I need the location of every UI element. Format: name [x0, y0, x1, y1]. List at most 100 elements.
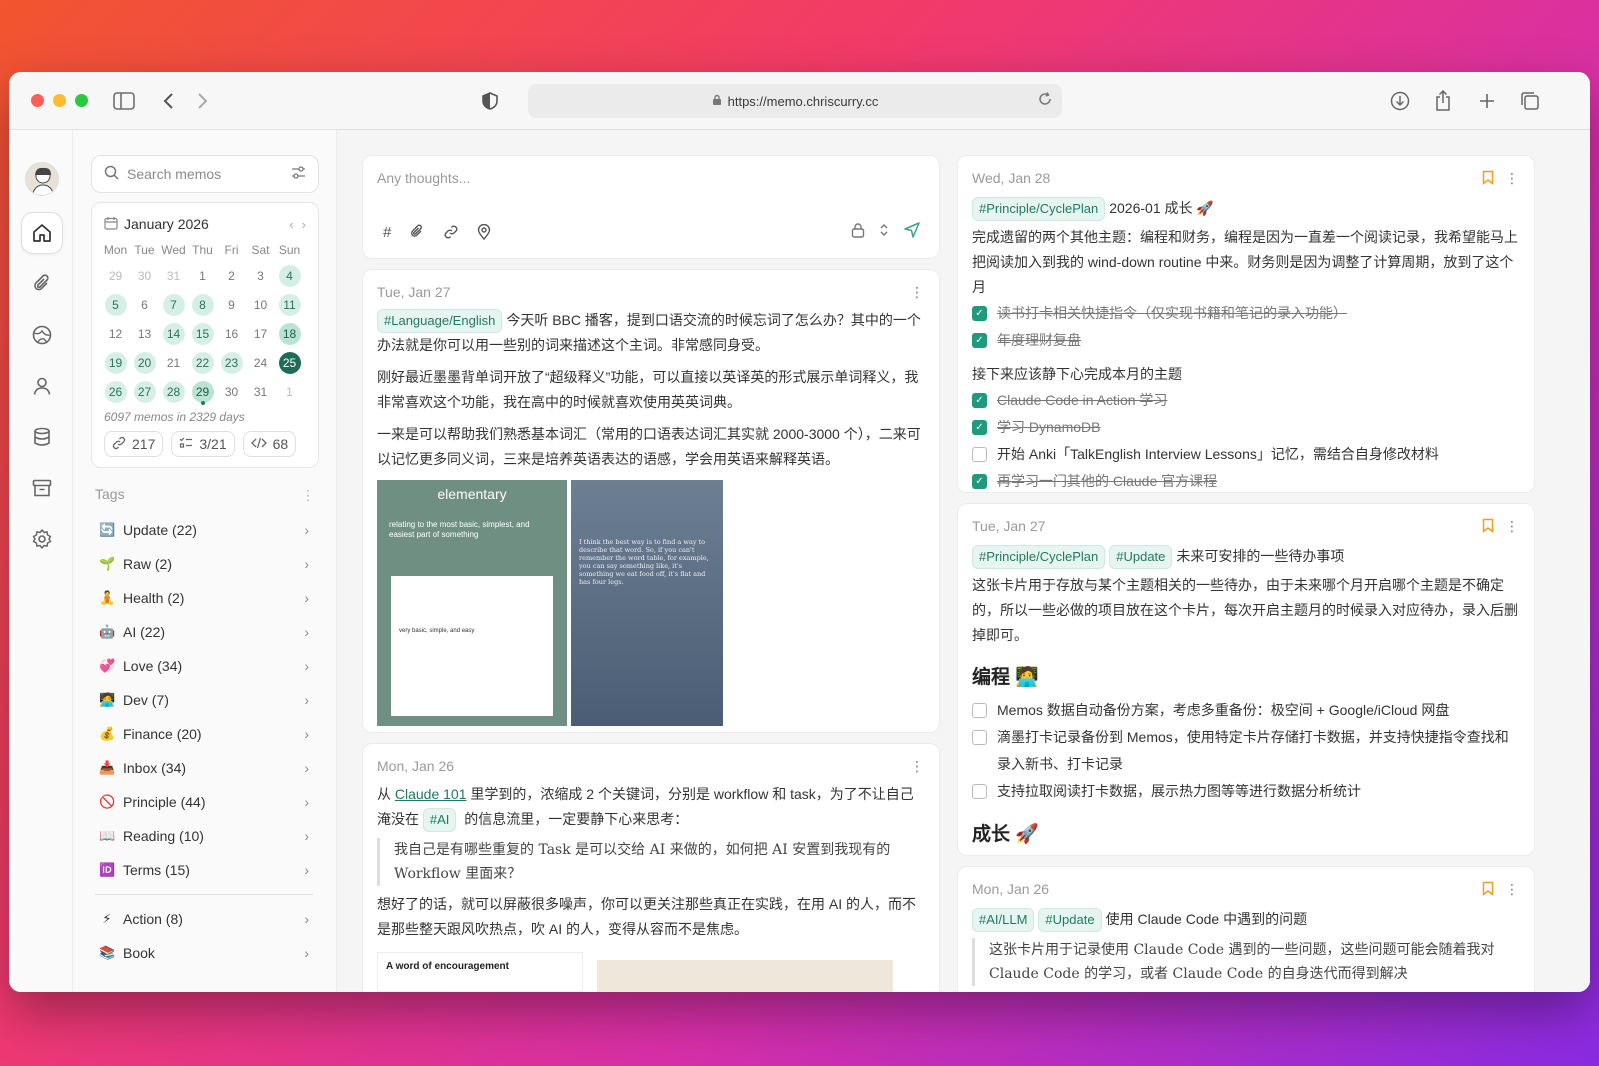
bookmark-icon[interactable]: [1482, 518, 1494, 536]
calendar-day[interactable]: 12: [101, 319, 130, 348]
todo-checkbox[interactable]: [972, 730, 987, 745]
insert-link-icon[interactable]: [443, 224, 459, 244]
forward-icon[interactable]: [189, 87, 217, 115]
chevron-right-icon[interactable]: ›: [304, 624, 309, 640]
calendar-day[interactable]: 4: [275, 261, 304, 290]
todos-stat[interactable]: 3/21: [171, 431, 235, 457]
visibility-select-icon[interactable]: [879, 222, 889, 243]
search-input[interactable]: Search memos: [91, 155, 319, 193]
calendar-day[interactable]: 6: [130, 290, 159, 319]
calendar-day[interactable]: 1: [188, 261, 217, 290]
calendar-day[interactable]: 24: [246, 348, 275, 377]
tag-item[interactable]: 🤖 AI (22) ›: [91, 615, 319, 649]
calendar-day[interactable]: 13: [130, 319, 159, 348]
minimize-window-button[interactable]: [53, 94, 66, 107]
calendar-day[interactable]: 18: [275, 319, 304, 348]
address-bar[interactable]: https://memo.chriscurry.cc: [528, 84, 1062, 118]
explore-icon[interactable]: [21, 314, 63, 356]
location-pin-icon[interactable]: [477, 223, 491, 244]
settings-gear-icon[interactable]: [21, 518, 63, 560]
more-options-icon[interactable]: ⋮: [1505, 881, 1519, 898]
bookmark-icon[interactable]: [1482, 170, 1494, 188]
dictionary-screenshot[interactable]: elementary relating to the most basic, s…: [377, 480, 567, 726]
share-icon[interactable]: [1429, 87, 1457, 115]
hashtag-icon[interactable]: #: [383, 224, 391, 244]
claude-101-link[interactable]: Claude 101: [395, 786, 467, 802]
todo-checkbox[interactable]: [972, 447, 987, 462]
visibility-lock-icon[interactable]: [851, 222, 865, 243]
filter-icon[interactable]: [291, 166, 306, 182]
todo-checkbox[interactable]: ✓: [972, 333, 987, 348]
more-options-icon[interactable]: ⋮: [1505, 170, 1519, 187]
chevron-right-icon[interactable]: ›: [304, 692, 309, 708]
calendar-day[interactable]: 17: [246, 319, 275, 348]
profile-icon[interactable]: [21, 365, 63, 407]
chevron-right-icon[interactable]: ›: [304, 658, 309, 674]
tag-item[interactable]: 🧑‍💻 Dev (7) ›: [91, 683, 319, 717]
tag-item[interactable]: 📖 Reading (10) ›: [91, 819, 319, 853]
back-icon[interactable]: [154, 87, 182, 115]
tag-item[interactable]: 💞 Love (34) ›: [91, 649, 319, 683]
tab-overview-icon[interactable]: [1516, 87, 1544, 115]
chevron-right-icon[interactable]: ›: [304, 862, 309, 878]
tag-item[interactable]: 📚 Book ›: [91, 936, 319, 970]
tag-chip[interactable]: #Principle/CyclePlan: [972, 197, 1106, 221]
chevron-right-icon[interactable]: ›: [304, 556, 309, 572]
tag-item[interactable]: 💰 Finance (20) ›: [91, 717, 319, 751]
more-options-icon[interactable]: ⋮: [910, 284, 924, 301]
home-icon[interactable]: [21, 212, 63, 254]
zoom-window-button[interactable]: [75, 94, 88, 107]
photo-image[interactable]: [597, 960, 893, 992]
calendar-day[interactable]: 29: [188, 377, 217, 406]
todo-checkbox[interactable]: [972, 784, 987, 799]
calendar-day[interactable]: 23: [217, 348, 246, 377]
tag-chip[interactable]: #Update: [1038, 908, 1102, 932]
new-tab-icon[interactable]: [1473, 87, 1501, 115]
todo-checkbox[interactable]: ✓: [972, 306, 987, 321]
calendar-day[interactable]: 2: [217, 261, 246, 290]
send-icon[interactable]: [903, 221, 921, 244]
tag-chip[interactable]: #Principle/CyclePlan: [972, 545, 1106, 569]
calendar-day[interactable]: 22: [188, 348, 217, 377]
prev-month-icon[interactable]: ‹: [289, 217, 293, 232]
tag-chip[interactable]: #AI: [422, 808, 457, 832]
tag-item[interactable]: ⚡ Action (8) ›: [91, 902, 319, 936]
more-options-icon[interactable]: ⋮: [910, 758, 924, 775]
calendar-day[interactable]: 9: [217, 290, 246, 319]
tag-chip[interactable]: #AI/LLM: [972, 908, 1035, 932]
calendar-day[interactable]: 27: [130, 377, 159, 406]
more-options-icon[interactable]: ⋮: [1505, 518, 1519, 535]
chevron-right-icon[interactable]: ›: [304, 828, 309, 844]
tag-item[interactable]: 🔄 Update (22) ›: [91, 513, 319, 547]
chevron-right-icon[interactable]: ›: [304, 726, 309, 742]
calendar-day[interactable]: 25: [275, 348, 304, 377]
calendar-day[interactable]: 11: [275, 290, 304, 319]
tags-more-icon[interactable]: ⋮: [301, 487, 315, 504]
links-stat[interactable]: 217: [104, 431, 164, 457]
calendar-day[interactable]: 21: [159, 348, 188, 377]
editor-placeholder[interactable]: Any thoughts...: [377, 170, 925, 186]
privacy-shield-icon[interactable]: [476, 87, 504, 115]
chevron-right-icon[interactable]: ›: [304, 945, 309, 961]
code-stat[interactable]: 68: [242, 431, 297, 457]
calendar-day[interactable]: 28: [159, 377, 188, 406]
attachment-icon[interactable]: [21, 263, 63, 305]
podcast-screenshot[interactable]: I think the best way is to find a way to…: [571, 480, 723, 726]
todo-checkbox[interactable]: [972, 703, 987, 718]
database-icon[interactable]: [21, 416, 63, 458]
calendar-day[interactable]: 30: [130, 261, 159, 290]
calendar-day[interactable]: 10: [246, 290, 275, 319]
calendar-day[interactable]: 30: [217, 377, 246, 406]
next-month-icon[interactable]: ›: [302, 217, 306, 232]
calendar-day[interactable]: 1: [275, 377, 304, 406]
bookmark-icon[interactable]: [1482, 881, 1494, 899]
reload-icon[interactable]: [1038, 92, 1052, 109]
tag-item[interactable]: 🌱 Raw (2) ›: [91, 547, 319, 581]
calendar-day[interactable]: 8: [188, 290, 217, 319]
calendar-day[interactable]: 3: [246, 261, 275, 290]
calendar-day[interactable]: 31: [246, 377, 275, 406]
todo-checkbox[interactable]: ✓: [972, 474, 987, 489]
tag-chip[interactable]: #Language/English: [377, 309, 503, 333]
tag-item[interactable]: 🧘 Health (2) ›: [91, 581, 319, 615]
memo-editor[interactable]: Any thoughts... #: [362, 155, 940, 259]
